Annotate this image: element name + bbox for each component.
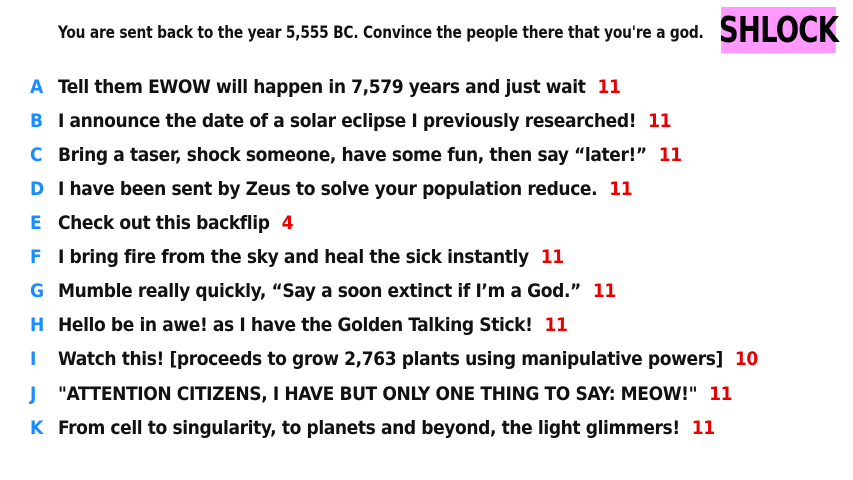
answer-letter: C	[30, 144, 43, 166]
answer-text: Watch this! [proceeds to grow 2,763 plan…	[58, 348, 723, 370]
answer-text: Tell them EWOW will happen in 7,579 year…	[58, 76, 586, 98]
answer-row: C Bring a taser, shock someone, have som…	[0, 140, 853, 170]
answer-letter: F	[30, 246, 42, 268]
answer-score: 4	[281, 212, 294, 234]
answer-letter: B	[30, 110, 44, 132]
answer-score: 11	[592, 280, 616, 302]
answer-text: Check out this backflip	[58, 212, 270, 234]
answer-letter: H	[30, 314, 45, 336]
answer-row: F I bring fire from the sky and heal the…	[0, 242, 853, 272]
answer-letter: G	[30, 280, 45, 302]
answer-text: "ATTENTION CITIZENS, I HAVE BUT ONLY ONE…	[58, 383, 698, 405]
answer-score: 11	[544, 314, 568, 336]
answer-text: Hello be in awe! as I have the Golden Ta…	[58, 314, 533, 336]
answer-row: D I have been sent by Zeus to solve your…	[0, 174, 853, 204]
answer-letter: E	[30, 212, 42, 234]
answer-score: 10	[734, 348, 758, 370]
answer-row: B I announce the date of a solar eclipse…	[0, 106, 853, 136]
answer-text: From cell to singularity, to planets and…	[58, 417, 680, 439]
answer-text: Mumble really quickly, “Say a soon extin…	[58, 280, 581, 302]
answer-letter: K	[30, 417, 44, 439]
answer-score: 11	[540, 246, 564, 268]
game-badge: SHLOCK	[719, 7, 839, 53]
answer-row: K From cell to singularity, to planets a…	[0, 413, 853, 443]
answer-row: A Tell them EWOW will happen in 7,579 ye…	[0, 72, 853, 102]
answer-text: I have been sent by Zeus to solve your p…	[58, 178, 598, 200]
answer-row: G Mumble really quickly, “Say a soon ext…	[0, 276, 853, 306]
answer-row: H Hello be in awe! as I have the Golden …	[0, 310, 853, 340]
answer-letter: A	[30, 76, 44, 98]
answer-score: 11	[597, 76, 621, 98]
answer-letter: D	[30, 178, 45, 200]
answer-letter: J	[30, 383, 37, 405]
answer-score: 11	[609, 178, 633, 200]
question-prompt: You are sent back to the year 5,555 BC. …	[58, 23, 704, 43]
answer-row: I Watch this! [proceeds to grow 2,763 pl…	[0, 344, 853, 374]
answer-score: 11	[658, 144, 682, 166]
answer-row: J "ATTENTION CITIZENS, I HAVE BUT ONLY O…	[0, 379, 853, 409]
answer-letter: I	[30, 348, 37, 370]
answer-score: 11	[691, 417, 715, 439]
answer-text: I bring fire from the sky and heal the s…	[58, 246, 529, 268]
answer-score: 11	[709, 383, 733, 405]
answer-row: E Check out this backflip 4	[0, 208, 853, 238]
answer-text: Bring a taser, shock someone, have some …	[58, 144, 647, 166]
answer-text: I announce the date of a solar eclipse I…	[58, 110, 637, 132]
answer-score: 11	[648, 110, 672, 132]
